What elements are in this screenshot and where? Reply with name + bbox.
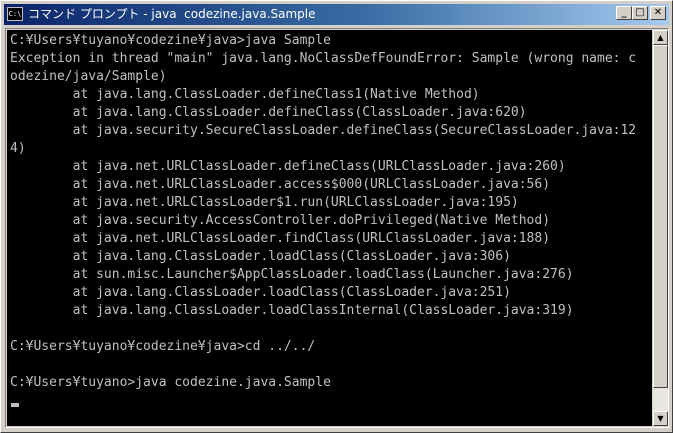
console-client-area: C:¥Users¥tuyano¥codezine¥java>java Sampl…	[5, 28, 669, 428]
console-line: 4)	[10, 141, 26, 156]
console-line: C:¥Users¥tuyano¥codezine¥java>java Sampl…	[10, 33, 331, 48]
console-line: C:¥Users¥tuyano>java codezine.java.Sampl…	[10, 375, 331, 390]
close-button[interactable]: ✕	[650, 6, 666, 20]
title-bar[interactable]: C:\ コマンド プロンプト - java codezine.java.Samp…	[4, 4, 669, 25]
console-line: at java.lang.ClassLoader.loadClass(Class…	[10, 285, 511, 300]
console-line: at java.lang.ClassLoader.defineClass1(Na…	[10, 87, 480, 102]
console-line: Exception in thread "main" java.lang.NoC…	[10, 51, 637, 66]
command-prompt-icon[interactable]: C:\	[7, 7, 23, 21]
scroll-down-button[interactable]: ▼	[653, 411, 668, 426]
maximize-button[interactable]: □	[632, 6, 648, 20]
console-line: at java.lang.ClassLoader.loadClass(Class…	[10, 249, 511, 264]
console-output[interactable]: C:¥Users¥tuyano¥codezine¥java>java Sampl…	[7, 30, 652, 426]
window-title: コマンド プロンプト - java codezine.java.Sample	[28, 7, 316, 21]
console-line: at java.net.URLClassLoader.defineClass(U…	[10, 159, 566, 174]
console-line: at java.lang.ClassLoader.defineClass(Cla…	[10, 105, 527, 120]
scroll-up-button[interactable]: ▲	[653, 30, 668, 45]
console-lines: C:¥Users¥tuyano¥codezine¥java>java Sampl…	[7, 30, 652, 392]
console-line: at java.net.URLClassLoader.findClass(URL…	[10, 231, 551, 246]
text-cursor	[11, 403, 19, 407]
console-line: at sun.misc.Launcher$AppClassLoader.load…	[10, 267, 574, 282]
vertical-scrollbar[interactable]: ▲ ▼	[653, 30, 668, 426]
console-line: at java.lang.ClassLoader.loadClassIntern…	[10, 303, 574, 318]
console-line: at java.net.URLClassLoader$1.run(URLClas…	[10, 195, 519, 210]
console-line: odezine/java/Sample)	[10, 69, 167, 84]
console-line: C:¥Users¥tuyano¥codezine¥java>cd ../../	[10, 339, 316, 354]
minimize-button[interactable]: _	[616, 6, 632, 20]
console-line: at java.security.SecureClassLoader.defin…	[10, 123, 637, 138]
scroll-thumb[interactable]	[653, 45, 668, 388]
console-line: at java.security.AccessController.doPriv…	[10, 213, 551, 228]
console-window: C:\ コマンド プロンプト - java codezine.java.Samp…	[0, 0, 673, 433]
console-line: at java.net.URLClassLoader.access$000(UR…	[10, 177, 551, 192]
